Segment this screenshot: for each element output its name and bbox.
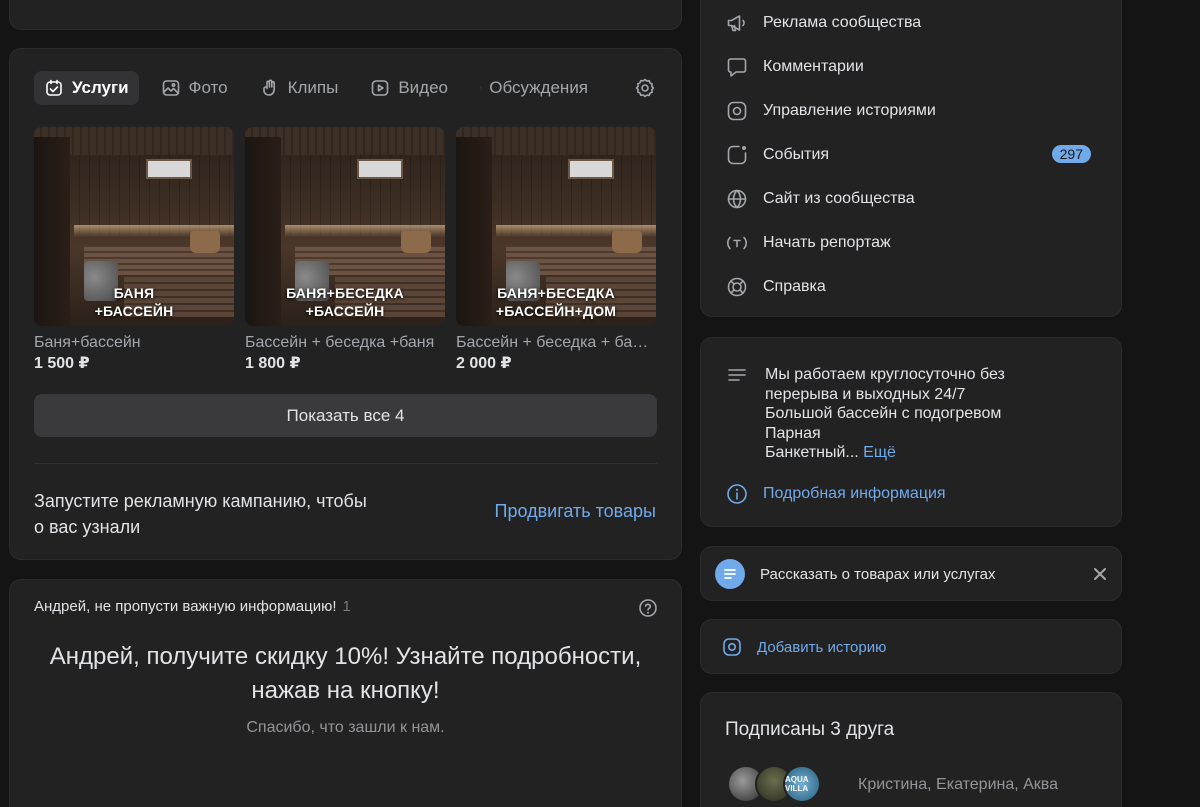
- menu-item-broadcast[interactable]: Начать репортаж: [725, 223, 1105, 263]
- tab-label: Клипы: [287, 78, 339, 97]
- tab-photo[interactable]: Фото: [151, 71, 238, 105]
- menu-label: Реклама сообщества: [763, 14, 922, 31]
- menu-label: Управление историями: [763, 102, 936, 119]
- close-icon: [1094, 568, 1106, 580]
- service-item[interactable]: БАНЯ+БЕСЕДКА +БАССЕЙН Бассейн + беседка +…: [245, 127, 445, 373]
- notice-count: 1: [342, 598, 351, 615]
- menu-label: Начать репортаж: [763, 234, 891, 251]
- close-button[interactable]: [1091, 565, 1109, 583]
- add-story-link[interactable]: Добавить историю: [721, 636, 886, 658]
- content-tabs: Услуги Фото Клипы Видео Обсуждения: [34, 71, 610, 105]
- video-icon: [372, 80, 389, 96]
- service-price: 1 500 ₽: [34, 355, 90, 372]
- service-item[interactable]: БАНЯ +БАССЕЙН Баня+бассейн 1 500 ₽: [34, 127, 234, 373]
- avatar-logo-text: AQUA VILLA: [785, 775, 809, 793]
- menu-label: Сайт из сообщества: [763, 190, 915, 207]
- story-icon: [723, 638, 741, 656]
- tab-label: Услуги: [72, 78, 129, 97]
- events-count-badge: 297: [1051, 145, 1091, 163]
- menu-item-stories[interactable]: Управление историями: [725, 91, 1105, 131]
- menu-item-site[interactable]: Сайт из сообщества: [725, 179, 1105, 219]
- events-icon: [727, 145, 747, 165]
- megaphone-icon: [727, 15, 745, 32]
- menu-label: События: [763, 146, 830, 163]
- show-more-link[interactable]: Ещё: [863, 444, 896, 461]
- add-story-label: Добавить историю: [757, 638, 887, 656]
- menu-label: Комментарии: [763, 58, 864, 75]
- globe-icon: [727, 189, 747, 209]
- friends-title: Подписаны 3 друга: [725, 719, 895, 740]
- divider: [34, 463, 657, 464]
- service-item[interactable]: БАНЯ+БЕСЕДКА +БАССЕЙН+ДОМ Бассейн + бесед…: [456, 127, 656, 373]
- promote-products-link[interactable]: Продвигать товары: [495, 501, 656, 522]
- menu-item-events[interactable]: События 297: [725, 135, 1105, 175]
- article-icon: [715, 559, 745, 589]
- tab-label: Видео: [398, 78, 449, 97]
- services-list: БАНЯ +БАССЕЙН Баня+бассейн 1 500 ₽ БАНЯ+Б…: [34, 127, 667, 373]
- community-info-card: Мы работаем круглосуточно без перерыва и…: [700, 337, 1122, 527]
- notice-subtitle: Спасибо, что зашли к нам.: [246, 719, 445, 736]
- menu-item-ads[interactable]: Реклама сообщества: [725, 3, 1105, 43]
- friends-avatars[interactable]: AQUA VILLA: [727, 765, 821, 803]
- show-all-button[interactable]: Показать все 4: [34, 394, 657, 437]
- help-button[interactable]: [638, 598, 658, 618]
- community-description: Мы работаем круглосуточно без перерыва и…: [765, 365, 1005, 463]
- clips-icon: [262, 79, 275, 96]
- service-name: Баня+бассейн: [34, 334, 141, 351]
- lifebuoy-icon: [727, 277, 747, 297]
- question-icon: [639, 599, 657, 617]
- notice-header: Андрей, не пропусти важную информацию! 1: [34, 598, 351, 615]
- avatar[interactable]: AQUA VILLA: [783, 765, 821, 803]
- gear-icon: [635, 78, 655, 98]
- service-image: БАНЯ+БЕСЕДКА +БАССЕЙН+ДОМ: [456, 127, 656, 326]
- tab-label: Фото: [188, 78, 228, 97]
- notice-title: Андрей, получите скидку 10%! Узнайте под…: [49, 643, 642, 704]
- community-menu: Реклама сообщества Комментарии Управлени…: [700, 0, 1122, 317]
- service-name: Бассейн + беседка + баня + дом: [456, 334, 656, 351]
- settings-button[interactable]: [634, 77, 656, 99]
- menu-item-comments[interactable]: Комментарии: [725, 47, 1105, 87]
- broadcast-icon: [727, 236, 747, 250]
- photo-icon: [162, 80, 179, 96]
- service-price: 1 800 ₽: [245, 355, 301, 372]
- service-image: БАНЯ+БЕСЕДКА +БАССЕЙН: [245, 127, 445, 326]
- service-name: Бассейн + беседка +баня: [245, 334, 435, 351]
- notice-card: Андрей, не пропусти важную информацию! 1 …: [9, 579, 682, 807]
- info-icon: [727, 484, 747, 504]
- comment-icon: [727, 58, 747, 77]
- friends-names[interactable]: Кристина, Екатерина, Аква: [858, 776, 1058, 794]
- service-price: 2 000 ₽: [456, 355, 512, 372]
- tab-label: Обсуждения: [489, 78, 589, 97]
- tell-text: Рассказать о товарах или услугах: [760, 566, 996, 583]
- image-caption: БАНЯ+БЕСЕДКА +БАССЕЙН: [286, 285, 404, 319]
- promo-text: Запустите рекламную кампанию, чтобы о ва…: [34, 491, 367, 537]
- image-caption: БАНЯ+БЕСЕДКА +БАССЕЙН+ДОМ: [495, 285, 617, 319]
- subscribed-friends-card: Подписаны 3 друга AQUA VILLA Кристина, Е…: [700, 692, 1122, 807]
- menu-item-help[interactable]: Справка: [725, 267, 1105, 307]
- detailed-info-link[interactable]: Подробная информация: [725, 482, 946, 506]
- discussion-icon: [480, 87, 482, 89]
- tab-video[interactable]: Видео: [360, 71, 458, 105]
- stories-icon: [727, 101, 747, 121]
- detailed-info-label: Подробная информация: [763, 485, 946, 502]
- tell-about-products-card[interactable]: Рассказать о товарах или услугах: [700, 546, 1122, 601]
- tab-services[interactable]: Услуги: [34, 71, 139, 105]
- tab-discussions[interactable]: Обсуждения: [470, 71, 598, 105]
- text-lines-icon: [728, 369, 746, 381]
- image-caption: БАНЯ +БАССЕЙН: [94, 285, 174, 319]
- notice-header-text: Андрей, не пропусти важную информацию!: [34, 598, 337, 615]
- top-partial-card: [9, 0, 682, 30]
- calendar-icon: [46, 79, 62, 96]
- tab-clips[interactable]: Клипы: [250, 71, 349, 105]
- service-image: БАНЯ +БАССЕЙН: [34, 127, 234, 326]
- add-story-card: Добавить историю: [700, 619, 1122, 674]
- services-card: Услуги Фото Клипы Видео Обсуждения БАНЯ +…: [9, 48, 682, 560]
- menu-label: Справка: [763, 278, 826, 295]
